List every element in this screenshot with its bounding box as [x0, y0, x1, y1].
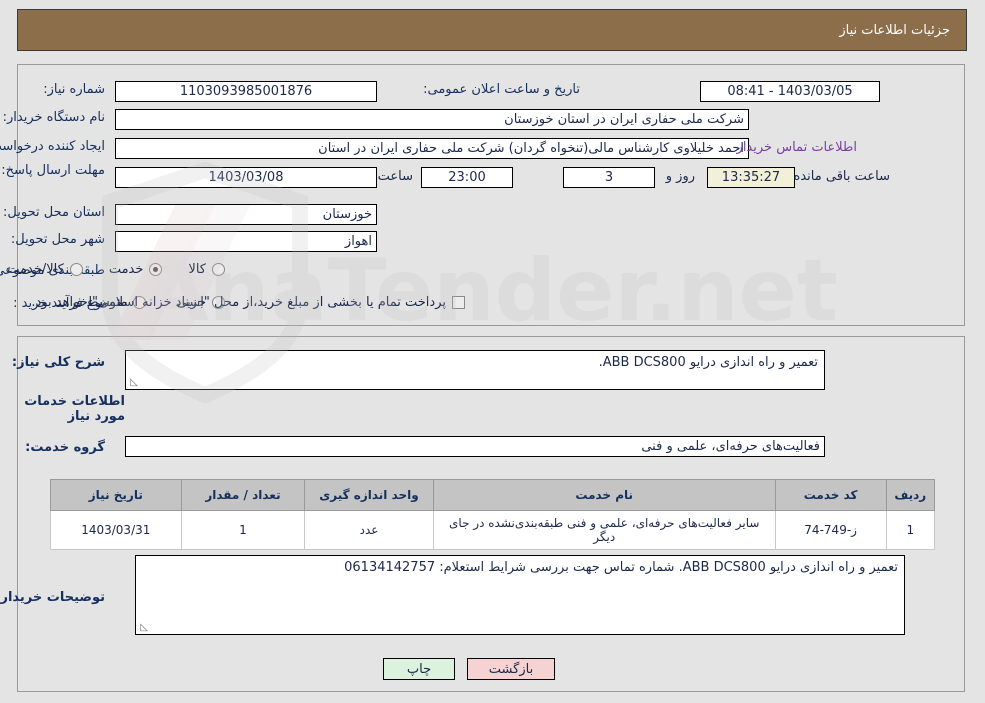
buyer-org-field[interactable]: شرکت ملی حفاری ایران در استان خوزستان — [115, 109, 749, 130]
table-row: 1 ز-749-74 سایر فعالیت‌های حرفه‌ای، علمی… — [50, 510, 936, 550]
countdown-timer-field: 13:35:27 — [707, 167, 795, 188]
remaining-days-field[interactable]: 3 — [563, 167, 655, 188]
col-header-name: نام خدمت — [432, 479, 776, 511]
province-label: استان محل تحویل: — [3, 205, 105, 220]
page-root: جزئیات اطلاعات نیاز شماره نیاز: 11030939… — [0, 0, 985, 703]
buyer-contact-link[interactable]: اطلاعات تماس خریدار — [737, 140, 857, 155]
cell-name: سایر فعالیت‌های حرفه‌ای، علمی و فنی طبقه… — [432, 510, 776, 550]
cell-qty: 1 — [180, 510, 306, 550]
category-option-khedmat[interactable]: خدمت — [109, 262, 163, 277]
deadline-label-row: مهلت ارسال پاسخ: تا تاریخ: — [0, 163, 105, 178]
treasury-checkbox-label: پرداخت تمام یا بخشی از مبلغ خرید،از محل … — [31, 295, 446, 310]
service-group-field[interactable]: فعالیت‌های حرفه‌ای، علمی و فنی — [125, 436, 825, 457]
cell-code: ز-749-74 — [774, 510, 887, 550]
category-option-kala-khedmat-label: کالا/خدمت — [7, 262, 64, 277]
resize-handle-icon[interactable]: ◺ — [128, 378, 138, 388]
countdown-label: ساعت باقی مانده — [793, 169, 890, 184]
buyer-org-label: نام دستگاه خریدار: — [2, 110, 105, 125]
need-number-label-row: شماره نیاز: — [43, 82, 105, 97]
creator-label: ایجاد کننده درخواست: — [0, 139, 105, 154]
announce-label: تاریخ و ساعت اعلان عمومی: — [423, 82, 580, 97]
province-label-row: استان محل تحویل: — [3, 205, 105, 220]
service-group-label-row: گروه خدمت: — [25, 440, 105, 455]
service-group-label: گروه خدمت: — [25, 440, 105, 455]
deadline-hour-label: ساعت — [377, 169, 413, 184]
need-info-panel — [17, 64, 965, 326]
service-items-table: ردیف کد خدمت نام خدمت واحد اندازه گیری ت… — [50, 479, 936, 550]
creator-field[interactable]: احمد خلیلاوی کارشناس مالی(تنخواه گردان) … — [115, 138, 749, 159]
buyer-notes-text: تعمیر و راه اندازی درایو ABB DCS800. شما… — [344, 560, 898, 575]
buyer-notes-label: توضیحات خریدار: — [0, 590, 105, 605]
need-number-field[interactable]: 1103093985001876 — [115, 81, 377, 102]
buyer-org-label-row: نام دستگاه خریدار: — [3, 110, 105, 125]
col-header-code: کد خدمت — [774, 479, 887, 511]
col-header-radif: ردیف — [885, 479, 936, 511]
cell-date: 1403/03/31 — [50, 510, 182, 550]
treasury-checkbox-option[interactable]: پرداخت تمام یا بخشی از مبلغ خرید،از محل … — [31, 295, 465, 310]
deadline-label: مهلت ارسال پاسخ: تا تاریخ: — [0, 163, 105, 178]
category-option-kala-label: کالا — [188, 262, 206, 277]
resize-handle-icon-notes[interactable]: ◺ — [138, 623, 148, 633]
announce-label-row: تاریخ و ساعت اعلان عمومی: — [423, 82, 580, 97]
col-header-date: تاریخ نیاز — [50, 479, 182, 511]
cell-unit: عدد — [304, 510, 434, 550]
buyer-notes-textarea[interactable]: تعمیر و راه اندازی درایو ABB DCS800. شما… — [135, 555, 905, 635]
category-option-khedmat-label: خدمت — [108, 262, 144, 277]
page-title: جزئیات اطلاعات نیاز — [839, 22, 950, 38]
province-field[interactable]: خوزستان — [115, 204, 377, 225]
page-header: جزئیات اطلاعات نیاز — [17, 9, 967, 51]
treasury-checkbox[interactable] — [452, 296, 465, 309]
announce-datetime-field[interactable]: 1403/03/05 - 08:41 — [700, 81, 880, 102]
summary-label-row: شرح کلی نیاز: — [12, 355, 105, 370]
summary-textarea[interactable]: تعمیر و راه اندازی درایو ABB DCS800. ◺ — [125, 350, 825, 390]
radio-kala-khedmat[interactable] — [69, 263, 83, 276]
creator-label-row: ایجاد کننده درخواست: — [0, 139, 105, 154]
services-heading: اطلاعات خدمات مورد نیاز — [24, 394, 125, 424]
cell-radif: 1 — [885, 510, 936, 550]
category-radio-group: کالا خدمت کالا/خدمت — [7, 262, 225, 277]
summary-label: شرح کلی نیاز: — [11, 355, 105, 370]
col-header-unit: واحد اندازه گیری — [304, 479, 434, 511]
summary-text: تعمیر و راه اندازی درایو ABB DCS800. — [598, 355, 818, 370]
buyer-notes-label-row: توضیحات خریدار: — [0, 590, 105, 605]
city-field[interactable]: اهواز — [115, 231, 377, 252]
deadline-hour-field[interactable]: 23:00 — [421, 167, 513, 188]
city-label: شهر محل تحویل: — [10, 232, 105, 247]
table-header-row: ردیف کد خدمت نام خدمت واحد اندازه گیری ت… — [50, 479, 936, 511]
radio-khedmat[interactable] — [149, 263, 163, 276]
col-header-qty: تعداد / مقدار — [180, 479, 306, 511]
deadline-date-field[interactable]: 1403/03/08 — [115, 167, 377, 188]
category-option-kala-khedmat[interactable]: کالا/خدمت — [7, 262, 83, 277]
city-label-row: شهر محل تحویل: — [11, 232, 105, 247]
category-option-kala[interactable]: کالا — [188, 262, 225, 277]
print-button[interactable]: چاپ — [383, 658, 455, 680]
back-button[interactable]: بازگشت — [467, 658, 555, 680]
remaining-days-label: روز و — [665, 169, 695, 184]
radio-kala[interactable] — [212, 263, 225, 276]
need-number-label: شماره نیاز: — [43, 82, 105, 97]
